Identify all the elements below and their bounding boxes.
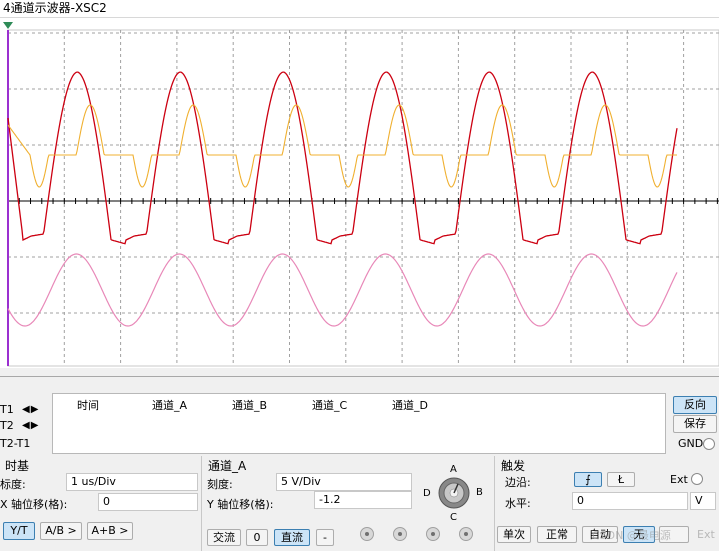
coupling-zero-button[interactable]: 0: [246, 529, 268, 546]
channel-selector-knob-icon[interactable]: [434, 473, 474, 513]
cursor-t2-t1-row: T2-T1: [0, 436, 30, 452]
save-button[interactable]: 保存: [673, 415, 717, 433]
readout-header-channel-a: 通道_A: [152, 399, 188, 412]
cursor-t1-row: T1 ◀▶: [0, 402, 38, 418]
window-title: 4通道示波器-XSC2: [0, 0, 719, 18]
readout-header-channel-d: 通道_D: [392, 399, 428, 412]
cursor-t2-t1-label: T2-T1: [0, 437, 31, 450]
trigger-single-button[interactable]: 单次: [497, 526, 531, 543]
oscilloscope-screen: [0, 18, 719, 368]
coupling-dc-button[interactable]: 直流: [274, 529, 310, 546]
knob-label-b: B: [476, 487, 483, 498]
x-position-label: X 轴位移(格):: [0, 498, 68, 511]
trigger-level-field[interactable]: 0: [572, 492, 688, 510]
reverse-button[interactable]: 反向: [673, 396, 717, 414]
knob-label-c: C: [450, 512, 457, 523]
channel-a-selector-dot[interactable]: [360, 527, 374, 541]
trigger-falling-edge-button[interactable]: Ł: [607, 472, 635, 487]
readout-header-time: 时间: [77, 399, 99, 412]
trigger-level-label: 水平:: [505, 497, 531, 510]
cursor-t2-row: T2 ◀▶: [0, 418, 38, 434]
channel-title: 通道_A: [208, 459, 247, 473]
screen-background: [0, 18, 719, 368]
cursor-t2-arrows[interactable]: ◀▶: [22, 418, 39, 434]
section-divider-2: [494, 456, 495, 551]
cursor-t1-label: T1: [0, 403, 14, 416]
trigger-ext-label: Ext: [670, 473, 688, 486]
trigger-rising-edge-button[interactable]: ⨍: [574, 472, 602, 487]
mode-a-plus-b-button[interactable]: A+B >: [87, 522, 133, 540]
watermark: CSDN @最电源: [592, 529, 671, 542]
y-position-field[interactable]: -1.2: [314, 491, 412, 509]
cursor-t1-arrows[interactable]: ◀▶: [22, 402, 39, 418]
trigger-level-unit[interactable]: V: [690, 492, 716, 510]
gnd-label: GND: [678, 437, 704, 450]
panel-separator: [0, 376, 719, 377]
channel-scale-label: 刻度:: [207, 478, 233, 491]
mode-ab-button[interactable]: A/B >: [40, 522, 82, 540]
channel-c-selector-dot[interactable]: [426, 527, 440, 541]
channel-d-selector-dot[interactable]: [459, 527, 473, 541]
trigger-ext-radio[interactable]: [691, 473, 703, 485]
trigger-edge-label: 边沿:: [505, 476, 531, 489]
coupling-minus-button[interactable]: -: [316, 529, 334, 546]
x-position-field[interactable]: 0: [98, 493, 198, 511]
y-position-label: Y 轴位移(格):: [207, 498, 274, 511]
timebase-scale-field[interactable]: 1 us/Div: [66, 473, 198, 491]
waveform-display: [0, 18, 719, 368]
trigger-ext-bottom-label: Ext: [697, 528, 715, 541]
timebase-title: 时基: [5, 459, 30, 473]
mode-yt-button[interactable]: Y/T: [3, 522, 35, 540]
cursor-t2-label: T2: [0, 419, 14, 432]
section-divider-1: [201, 456, 202, 551]
readout-header-channel-c: 通道_C: [312, 399, 348, 412]
readout-header-channel-b: 通道_B: [232, 399, 268, 412]
trigger-normal-button[interactable]: 正常: [537, 526, 577, 543]
channel-scale-field[interactable]: 5 V/Div: [276, 473, 412, 491]
coupling-ac-button[interactable]: 交流: [207, 529, 241, 546]
gnd-radio[interactable]: [703, 438, 715, 450]
knob-label-d: D: [423, 488, 431, 499]
measurement-readout: 时间 通道_A 通道_B 通道_C 通道_D: [52, 393, 666, 454]
channel-b-selector-dot[interactable]: [393, 527, 407, 541]
trigger-title: 触发: [501, 459, 526, 473]
timebase-scale-label: 标度:: [0, 478, 26, 491]
knob-label-a: A: [450, 464, 457, 475]
cursor-panel: T1 ◀▶ T2 ◀▶ T2-T1: [0, 394, 52, 454]
